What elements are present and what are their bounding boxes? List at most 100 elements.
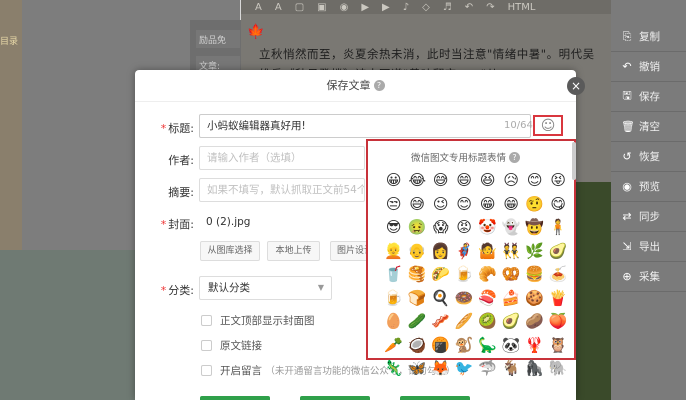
emoji-item[interactable]: 🥐 (476, 263, 500, 287)
emoji-item[interactable]: 🍺 (382, 287, 406, 311)
emoji-item[interactable]: 😡 (453, 216, 477, 240)
sync-button[interactable] (400, 396, 470, 400)
action-trash-button[interactable]: 🗑 清空 (611, 112, 686, 142)
emoji-item[interactable]: 👻 (500, 216, 524, 240)
emoji-item[interactable]: 🦸 (453, 240, 477, 264)
emoji-item[interactable]: 🍑 (547, 310, 571, 334)
emoji-item[interactable]: 🤷 (476, 240, 500, 264)
emoji-item[interactable]: 😁 (500, 193, 524, 217)
emoji-item[interactable]: 😋 (547, 193, 571, 217)
emoji-item[interactable]: 🥓 (429, 310, 453, 334)
emoji-item[interactable]: 🦕 (476, 334, 500, 358)
emoji-item[interactable]: 🥔 (523, 310, 547, 334)
emoji-item[interactable]: 🥨 (500, 263, 524, 287)
action-copy-button[interactable]: ⎘ 复制 (611, 22, 686, 52)
emoji-item[interactable]: 🦉 (547, 334, 571, 358)
emoji-item[interactable]: 🍳 (429, 287, 453, 311)
emoji-item[interactable]: 🥑 (500, 310, 524, 334)
toolbar-icon[interactable]: ◉ (340, 2, 349, 13)
emoji-item[interactable]: 🤠 (523, 216, 547, 240)
picker-scrollbar[interactable] (572, 142, 576, 180)
emoji-item[interactable]: 🥚 (382, 310, 406, 334)
emoji-item[interactable]: 🍺 (453, 263, 477, 287)
emoji-item[interactable]: 🍰 (500, 287, 524, 311)
emoji-item[interactable]: 🥒 (406, 310, 430, 334)
emoji-item[interactable]: 🍘 (429, 334, 453, 358)
save-publish-button[interactable] (300, 396, 370, 400)
summary-input[interactable]: 如果不填写，默认抓取正文前54个字 (199, 178, 365, 202)
emoji-item[interactable]: 🥕 (382, 334, 406, 358)
emoji-item[interactable]: 😁 (476, 193, 500, 217)
action-export-button[interactable]: ⇲ 导出 (611, 232, 686, 262)
emoji-item[interactable]: 👱 (382, 240, 406, 264)
help-icon[interactable]: ? (373, 80, 385, 91)
emoji-item[interactable]: 😉 (429, 193, 453, 217)
emoji-item[interactable]: 👴 (406, 240, 430, 264)
toolbar-icon[interactable]: ▶ (382, 2, 390, 13)
emoji-item[interactable]: 🦊 (429, 357, 453, 381)
toolbar-icon[interactable]: ▶ (361, 2, 369, 13)
emoji-item[interactable]: 🤡 (476, 216, 500, 240)
emoji-item[interactable]: 🍩 (453, 287, 477, 311)
checkbox-comments[interactable] (201, 365, 212, 376)
emoji-item[interactable]: 😊 (523, 169, 547, 193)
checkbox-show-cover[interactable] (201, 315, 212, 326)
emoji-item[interactable]: 🥥 (406, 334, 430, 358)
library-select-button[interactable]: 从图库选择 (200, 241, 260, 261)
emoji-item[interactable]: 🐐 (500, 357, 524, 381)
emoji-item[interactable]: 🌿 (523, 240, 547, 264)
emoji-item[interactable]: 🦈 (476, 357, 500, 381)
emoji-item[interactable]: 😂 (406, 169, 430, 193)
emoji-item[interactable]: 😎 (382, 216, 406, 240)
toolbar-icon[interactable]: A (275, 2, 282, 13)
toolbar-icon[interactable]: ♬ (443, 2, 452, 13)
emoji-item[interactable]: 🤢 (406, 216, 430, 240)
close-button[interactable]: × (567, 77, 585, 95)
emoji-item[interactable]: 😀 (382, 169, 406, 193)
emoji-item[interactable]: 😆 (476, 169, 500, 193)
toolbar-icon[interactable]: ◇ (422, 2, 430, 13)
emoji-item[interactable]: 🐘 (547, 357, 571, 381)
emoji-item[interactable]: 🥝 (476, 310, 500, 334)
emoji-item[interactable]: 🦞 (523, 334, 547, 358)
toolbar-icon[interactable]: A (255, 2, 262, 13)
toolbar-icon[interactable]: ▢ (295, 2, 304, 13)
emoji-item[interactable]: 😄 (453, 169, 477, 193)
emoji-item[interactable]: 👩 (429, 240, 453, 264)
category-select[interactable]: 默认分类 ▼ (199, 276, 332, 300)
emoji-item[interactable]: 🍝 (547, 263, 571, 287)
emoji-item[interactable]: 🤨 (523, 193, 547, 217)
emoji-item[interactable]: 😒 (382, 193, 406, 217)
action-save-button[interactable]: 🖫 保存 (611, 82, 686, 112)
action-undo-button[interactable]: ↶ 撤销 (611, 52, 686, 82)
emoji-item[interactable]: 🐒 (453, 334, 477, 358)
toolbar-icon[interactable]: ▣ (317, 2, 326, 13)
toolbar-icon[interactable]: ↷ (486, 2, 494, 13)
panel-item-1[interactable]: 励品免 (196, 30, 240, 48)
local-upload-button[interactable]: 本地上传 (267, 241, 320, 261)
emoji-item[interactable]: 🥑 (547, 240, 571, 264)
toolbar-icon[interactable]: ♪ (403, 2, 409, 13)
emoji-item[interactable]: 😥 (500, 169, 524, 193)
title-input[interactable]: 小蚂蚁编辑器真好用! (199, 114, 531, 138)
action-eye-button[interactable]: ◉ 预览 (611, 172, 686, 202)
emoji-item[interactable]: 😝 (547, 169, 571, 193)
toolbar-icon[interactable]: HTML (508, 2, 536, 13)
emoji-item[interactable]: 🧍 (547, 216, 571, 240)
action-restore-button[interactable]: ↺ 恢复 (611, 142, 686, 172)
author-input[interactable]: 请输入作者（选填） (199, 146, 365, 170)
emoji-item[interactable]: 🐼 (500, 334, 524, 358)
emoji-item[interactable]: 🍟 (547, 287, 571, 311)
emoji-item[interactable]: 😅 (429, 169, 453, 193)
emoji-item[interactable]: 🦎 (382, 357, 406, 381)
emoji-item[interactable]: 🍔 (523, 263, 547, 287)
emoji-item[interactable]: 😊 (453, 193, 477, 217)
emoji-item[interactable]: 🍪 (523, 287, 547, 311)
emoji-item[interactable]: 👯 (500, 240, 524, 264)
emoji-item[interactable]: 🥤 (382, 263, 406, 287)
emoji-item[interactable]: 🍞 (406, 287, 430, 311)
help-icon[interactable]: ? (509, 152, 520, 163)
checkbox-original-link[interactable] (201, 340, 212, 351)
emoji-item[interactable]: 🥖 (453, 310, 477, 334)
emoji-item[interactable]: 🐦 (453, 357, 477, 381)
